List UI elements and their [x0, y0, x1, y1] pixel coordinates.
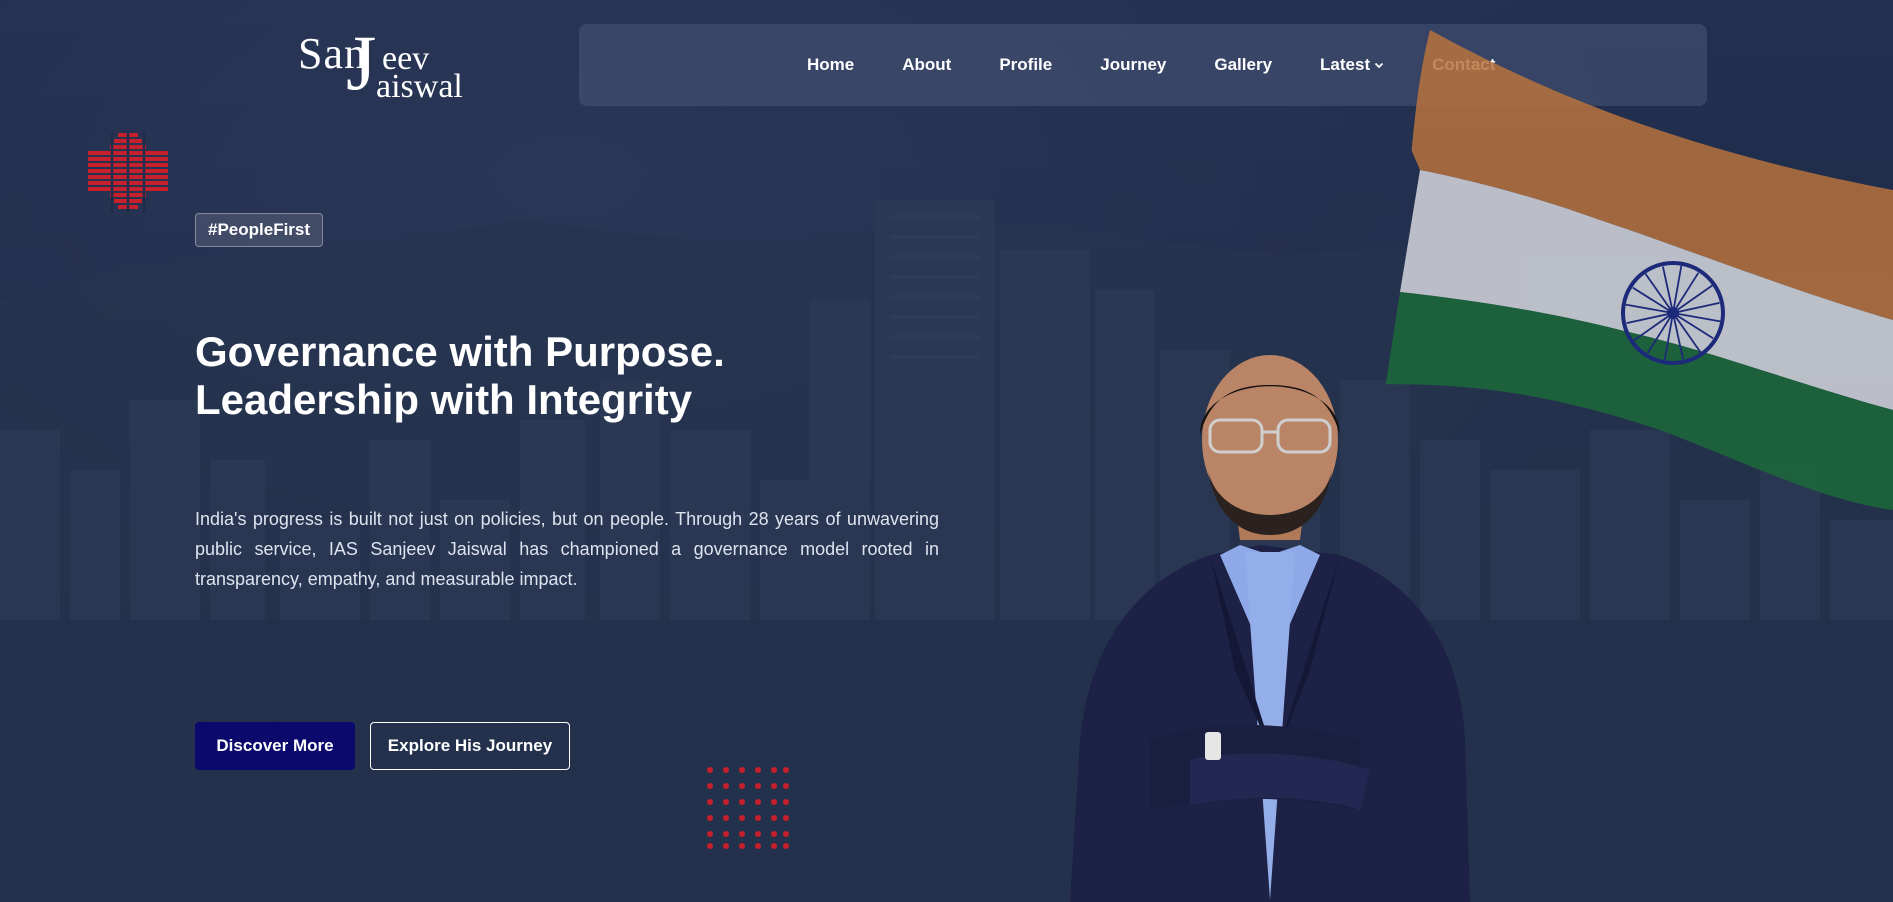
hero-title-line-1: Governance with Purpose.	[195, 328, 725, 375]
red-emblem-icon	[88, 133, 168, 213]
portrait-photo	[1070, 355, 1470, 902]
nav-item-home[interactable]: Home	[807, 55, 854, 75]
explore-journey-button[interactable]: Explore His Journey	[370, 722, 570, 770]
logo-text-second: aiswal	[376, 68, 463, 105]
nav-item-profile[interactable]: Profile	[999, 55, 1052, 75]
logo-big-letter: J	[346, 19, 377, 106]
red-dot-grid-decoration	[707, 767, 789, 849]
nav-item-gallery[interactable]: Gallery	[1214, 55, 1272, 75]
hero-title: Governance with Purpose. Leadership with…	[195, 328, 915, 424]
hero-title-line-2: Leadership with Integrity	[195, 376, 693, 423]
nav-item-journey[interactable]: Journey	[1100, 55, 1166, 75]
nav-item-about[interactable]: About	[902, 55, 951, 75]
discover-more-button[interactable]: Discover More	[195, 722, 355, 770]
hero-section: San J eev aiswal Home About Profile Jour…	[0, 0, 1893, 902]
hero-description: India's progress is built not just on po…	[195, 509, 939, 589]
hashtag-badge: #PeopleFirst	[195, 213, 324, 247]
site-logo[interactable]: San J eev aiswal	[298, 19, 478, 106]
